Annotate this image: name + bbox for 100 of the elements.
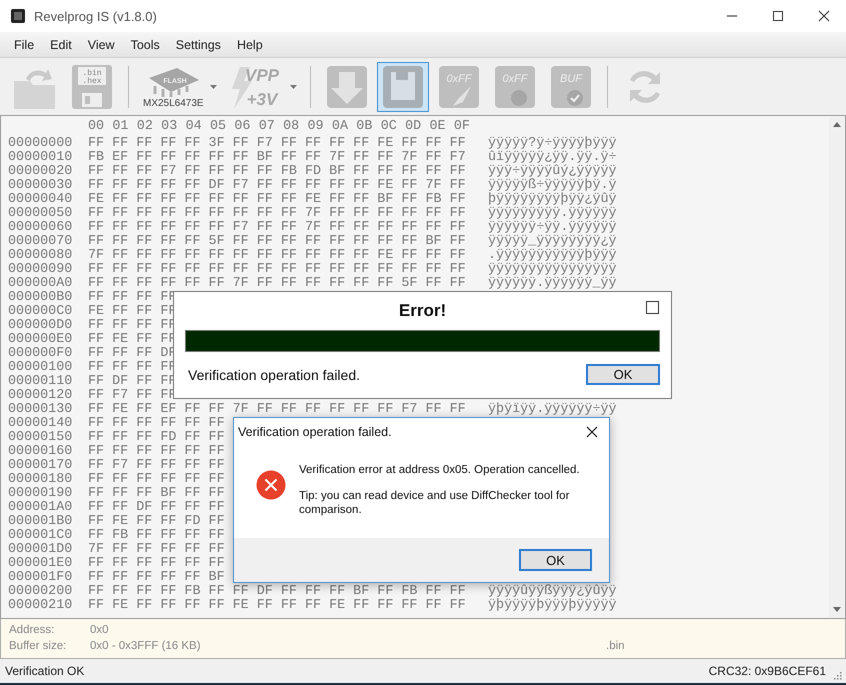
ascii-text: ÿþÿÿÿÿþÿÿÿþÿÿÿÿÿ: [488, 599, 617, 613]
column-header: 03: [161, 120, 178, 134]
ascii-text: ÿÿÿÿÿÿÿÿÿÿÿÿÿÿÿÿ: [488, 263, 617, 277]
row-address: 00000060: [8, 221, 74, 235]
ok-button[interactable]: OK: [586, 364, 660, 385]
column-header: 00: [88, 120, 106, 134]
row-address: 00000080: [8, 249, 74, 263]
ascii-text: ÿÿÿÿÿ?ÿ÷ÿÿÿÿþÿÿÿ: [488, 137, 617, 151]
hex-bytes: FF FF FF FF FF FF: [88, 417, 225, 431]
scrollbar[interactable]: [829, 117, 844, 617]
row-address: 00000090: [8, 263, 74, 277]
row-address: 00000130: [8, 403, 74, 417]
icon-label: .bin: [82, 68, 102, 78]
icon-label: .hex: [82, 76, 102, 86]
hex-bytes: FF FF FF FF FF DF F7 FF FF FF FF FF FE FF 7F FF: [88, 179, 466, 193]
ascii-text: ÿÿÿÿÿÿ.ÿÿÿÿÿÿ_ÿÿ: [488, 277, 617, 291]
close-icon[interactable]: [586, 426, 598, 438]
row-address: 00000190: [8, 487, 74, 501]
hex-bytes: FF FF FF FF FF FF: [88, 473, 225, 487]
row-address: 000000E0: [8, 333, 74, 347]
row-address: 00000210: [8, 599, 74, 613]
app-icon: [10, 8, 26, 24]
hex-bytes: FF FE FF FF FD FF: [88, 515, 225, 529]
hex-bytes: FF FE FF FF FF FF FE FF FF FF FE FF FF FF FF FF: [88, 599, 466, 613]
icon-label: VPP: [244, 66, 279, 84]
row-address: 000001B0: [8, 515, 74, 529]
field-label: Buffer size:: [9, 640, 68, 652]
window-title: Revelprog IS (v1.8.0): [34, 8, 157, 24]
row-address: 00000160: [8, 445, 74, 459]
maximize-icon[interactable]: [646, 301, 659, 314]
ok-button[interactable]: OK: [519, 549, 592, 571]
buffer-size-value: 0x0 - 0x3FFF (16 KB): [90, 640, 202, 652]
resize-grip-icon[interactable]: [832, 670, 842, 680]
hex-bytes: FF FF FF FF FF FF FF FF FF FF FF FF FF FF FF FF: [88, 263, 466, 277]
row-address: 00000030: [8, 179, 74, 193]
row-address: 00000040: [8, 193, 74, 207]
hex-bytes: FF FB FF FF FF FF: [88, 529, 225, 543]
row-address: 000001E0: [8, 557, 74, 571]
menu-item[interactable]: Settings: [168, 38, 229, 52]
hex-bytes: FF FF FF FF FF FF: [88, 445, 225, 459]
ascii-text: ÿþÿïÿÿ.ÿÿÿÿÿÿ÷ÿÿ: [488, 403, 617, 417]
address-value: 0x0: [90, 624, 109, 636]
row-address: 000000A0: [8, 277, 74, 291]
column-header: 04: [186, 120, 203, 134]
column-header: 0B: [356, 120, 374, 134]
error-icon: [256, 470, 286, 500]
icon-label: +3V: [246, 90, 277, 108]
hex-bytes: FF FF FF FF FF 5F FF FF FF FF FF FF FF FF BF FF: [88, 235, 466, 249]
scroll-down-icon[interactable]: [832, 607, 840, 612]
field-label: Address:: [9, 624, 56, 636]
menu-item[interactable]: Edit: [42, 38, 80, 52]
dialog-title: Error!: [398, 301, 446, 321]
dialog-title: Verification operation failed.: [238, 425, 392, 439]
column-header: 06: [234, 120, 252, 134]
hex-bytes: 7F FF FF FF FF FF: [88, 543, 225, 557]
column-header: 05: [210, 120, 228, 134]
hex-bytes: FF FE FF EF FF FF 7F FF FF FF FF FF FF F7 FF FF: [88, 403, 466, 417]
row-address: 00000120: [8, 389, 74, 403]
hex-bytes: FF FF DF FF FF FF: [88, 501, 225, 515]
hex-bytes: FF FF FF FF FF FF F7 FF FF 7F FF FF FF FF FF FF: [88, 221, 466, 235]
maximize-icon[interactable]: [772, 10, 784, 22]
hex-bytes: FF FF FF FF FB FF FF DF FF FF FF BF FF FB FF FF: [88, 585, 466, 599]
hex-bytes: FF FF FF F7 FF FF FF FF FB FD BF FF FF FF FF FF: [88, 165, 466, 179]
ascii-text: ÿÿÿ÷ÿÿÿÿûý¿ÿÿÿÿÿ: [488, 165, 617, 179]
ascii-text: ÿÿÿÿÿÿÿÿÿ.ÿÿÿÿÿÿ: [488, 207, 617, 221]
ascii-text: ÿÿÿÿûÿÿßÿÿÿ¿ÿûÿÿ: [488, 585, 617, 599]
hex-bytes: FF FF FF FF FF 3F FF F7 FF FF FF FF FE FF FF FF: [88, 137, 466, 151]
column-header: 08: [283, 120, 300, 134]
hex-bytes: FB EF FF FF FF FF FF BF FF FF 7F FF FF 7F FF F7: [88, 151, 466, 165]
message-text: Verification error at address 0x05. Operation cancelled.: [299, 463, 581, 477]
hex-bytes: FE FF FF FF FF FF FF FF FF FE FF FF BF FF FB FF: [88, 193, 466, 207]
row-address: 00000070: [8, 235, 74, 249]
menu-item[interactable]: File: [6, 38, 42, 52]
ascii-text: ÿÿÿÿÿß÷ÿÿÿÿÿþÿ.ÿ: [488, 179, 617, 193]
menu-item[interactable]: Help: [228, 38, 271, 52]
hex-bytes: FF FF FF FF FF FF FF FF FF 7F FF FF FF FF FF FF: [88, 207, 466, 221]
hex-bytes: FF FF FF FF FF FF 7F FF FF FF FF FF FF 5F FF FF: [88, 277, 466, 291]
row-address: 000001C0: [8, 529, 74, 543]
close-icon[interactable]: [818, 10, 830, 22]
row-address: 00000050: [8, 207, 74, 221]
column-header: 0C: [380, 120, 398, 134]
file-extension: .bin: [606, 640, 625, 652]
hex-bytes: FF F7 FF FF FF FF: [88, 459, 225, 473]
menu-item[interactable]: View: [80, 38, 123, 52]
row-address: 000001A0: [8, 501, 74, 515]
row-address: 00000140: [8, 417, 74, 431]
row-address: 00000200: [8, 585, 74, 599]
column-header: 0D: [405, 120, 422, 134]
row-address: 00000110: [8, 375, 74, 389]
hex-bytes: FF FF FF FF FF FF: [88, 557, 225, 571]
hex-bytes: FF FF FF FD FF FF: [88, 431, 225, 445]
message-text: Tip: you can read device and use DiffChecker tool for comparison.: [299, 489, 570, 517]
ascii-text: ûïÿÿÿÿÿ¿ÿÿ.ÿÿ.ÿ÷: [488, 151, 617, 165]
column-header: 07: [258, 120, 276, 134]
scroll-up-icon[interactable]: [832, 122, 840, 127]
row-address: 000001D0: [8, 543, 74, 557]
row-address: 00000150: [8, 431, 74, 445]
menu-item[interactable]: Tools: [122, 38, 168, 52]
column-header: 0F: [454, 120, 471, 134]
toolbar-button[interactable]: [376, 62, 429, 112]
